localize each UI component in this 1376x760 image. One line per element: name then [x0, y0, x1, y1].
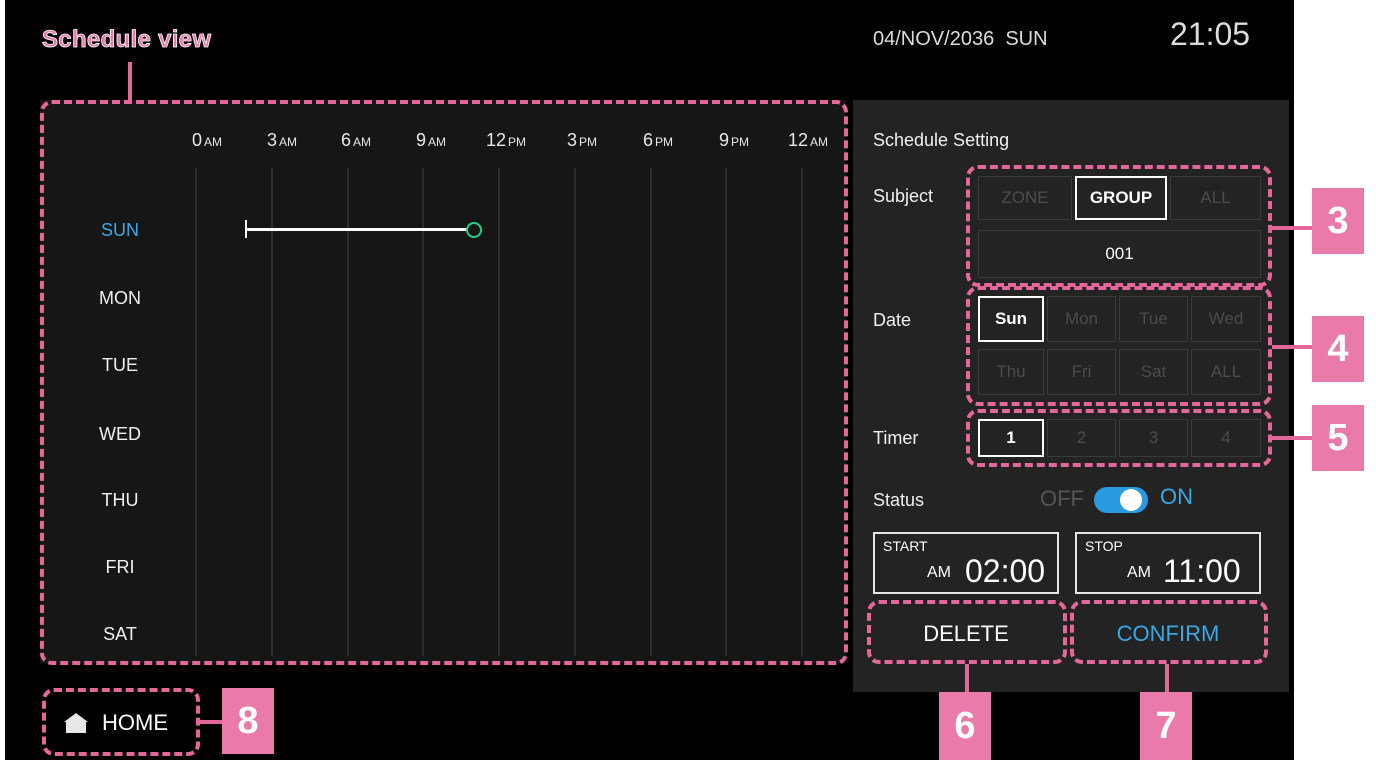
status-off-label: OFF — [1040, 486, 1084, 511]
timer-highlight — [966, 409, 1272, 467]
header-clock: 21:05 — [1170, 16, 1251, 52]
badge-4: 4 — [1312, 316, 1364, 382]
date-highlight — [966, 286, 1272, 406]
badge-3: 3 — [1312, 188, 1364, 254]
confirm-highlight — [1070, 600, 1268, 664]
status-label: Status — [873, 490, 925, 510]
badge-7: 7 — [1140, 692, 1192, 760]
home-highlight — [42, 688, 200, 756]
settings-title: Schedule Setting — [873, 130, 1010, 150]
schedule-view-annotation-label: Schedule view — [42, 26, 212, 54]
start-time-box[interactable]: START AM 02:00 — [873, 532, 1059, 594]
stop-time-value: 11:00 — [1163, 553, 1241, 589]
stop-meridian: AM — [1127, 564, 1151, 581]
subject-highlight — [966, 165, 1272, 287]
badge-5: 5 — [1312, 405, 1364, 471]
badge-8: 8 — [222, 688, 274, 754]
schedule-view-highlight — [40, 100, 848, 665]
delete-highlight — [867, 600, 1067, 664]
timer-label: Timer — [873, 428, 919, 448]
annotation-leader — [965, 664, 969, 692]
start-meridian: AM — [927, 564, 951, 581]
badge-6: 6 — [939, 692, 991, 760]
header-date: 04/NOV/2036 SUN — [873, 28, 1048, 50]
annotation-leader — [1272, 226, 1312, 230]
annotation-leader — [1272, 345, 1312, 349]
date-label: Date — [873, 310, 912, 330]
subject-label: Subject — [873, 186, 934, 206]
stop-caption: STOP — [1085, 538, 1123, 554]
annotation-leader — [200, 720, 222, 724]
annotation-leader — [1165, 664, 1169, 692]
stop-time-box[interactable]: STOP AM 11:00 — [1075, 532, 1261, 594]
start-caption: START — [883, 538, 928, 554]
status-toggle-knob[interactable] — [1120, 489, 1142, 511]
annotation-leader — [128, 62, 132, 102]
start-time-value: 02:00 — [965, 553, 1046, 589]
annotation-leader — [1272, 436, 1312, 440]
status-on-label: ON — [1160, 484, 1193, 509]
